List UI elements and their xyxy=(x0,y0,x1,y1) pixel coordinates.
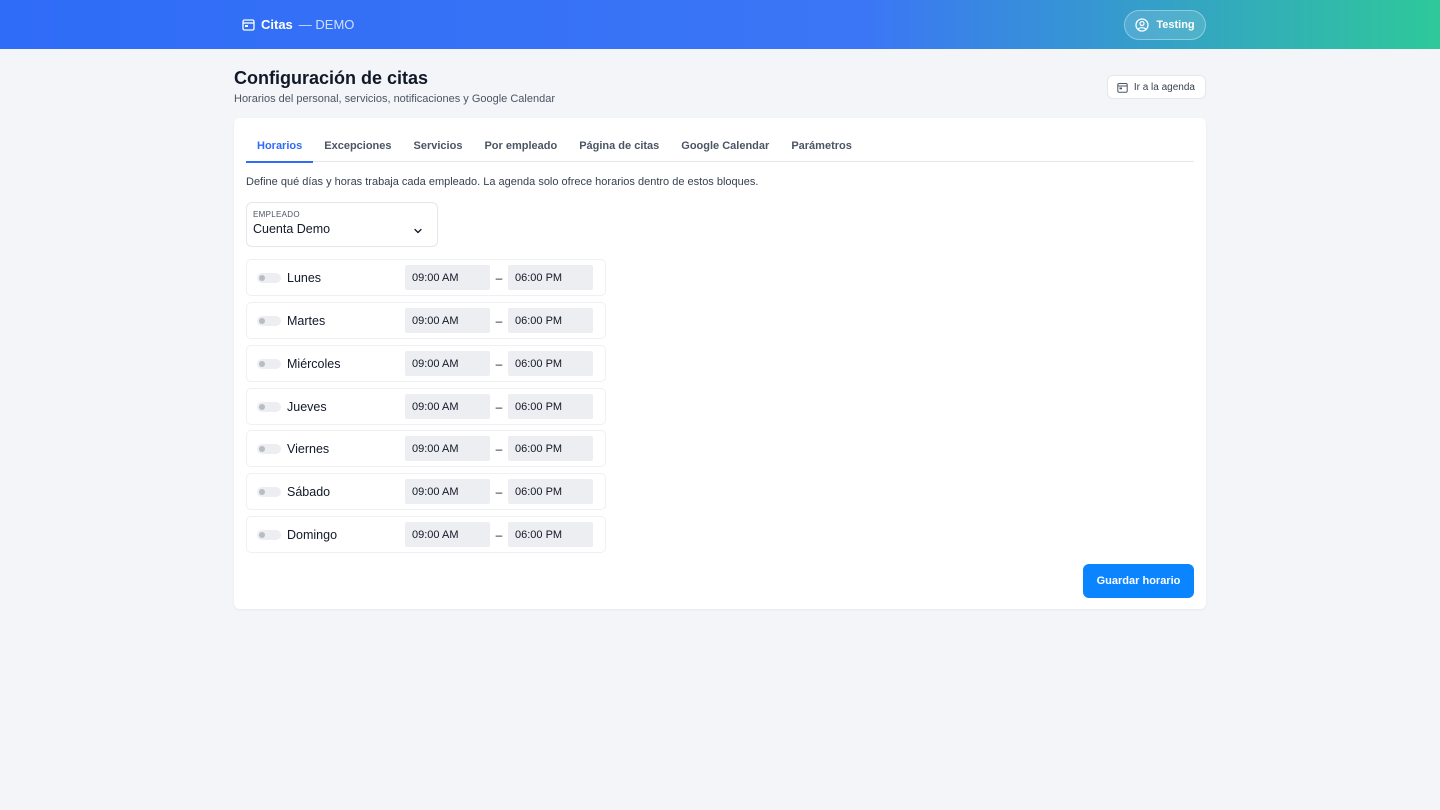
schedule-description: Define qué días y horas trabaja cada emp… xyxy=(246,176,759,188)
day-toggle[interactable] xyxy=(257,358,281,369)
day-row-viernes: Viernes 09:00 AM – 06:00 PM xyxy=(246,430,606,467)
start-time-input[interactable]: 09:00 AM xyxy=(405,479,490,504)
day-row-domingo: Domingo 09:00 AM – 06:00 PM xyxy=(246,516,606,553)
chevron-down-icon xyxy=(413,226,423,236)
brand-name: Citas xyxy=(261,17,293,32)
user-circle-icon xyxy=(1135,18,1149,32)
start-time-input[interactable]: 09:00 AM xyxy=(405,308,490,333)
tab-por-empleado[interactable]: Por empleado xyxy=(473,130,568,162)
day-name: Miércoles xyxy=(287,356,341,371)
day-name: Viernes xyxy=(287,441,330,456)
day-name: Lunes xyxy=(287,270,322,285)
page-title: Configuración de citas xyxy=(234,68,429,88)
tab-parametros[interactable]: Parámetros xyxy=(780,130,863,162)
end-time-input[interactable]: 06:00 PM xyxy=(508,351,593,376)
day-toggle[interactable] xyxy=(257,529,281,540)
time-separator: – xyxy=(495,441,503,456)
day-row-miercoles: Miércoles 09:00 AM – 06:00 PM xyxy=(246,345,606,382)
start-time-input[interactable]: 09:00 AM xyxy=(405,265,490,290)
time-separator: – xyxy=(495,356,503,371)
employee-select[interactable]: EMPLEADO Cuenta Demo xyxy=(246,202,438,247)
calendar-icon xyxy=(242,18,255,31)
user-name: Testing xyxy=(1156,19,1195,31)
environment-label: — DEMO xyxy=(298,17,355,32)
settings-card: Horarios Excepciones Servicios Por emple… xyxy=(234,118,1206,609)
settings-tabs: Horarios Excepciones Servicios Por emple… xyxy=(246,130,1194,163)
start-time-input[interactable]: 09:00 AM xyxy=(405,394,490,419)
time-separator: – xyxy=(495,399,503,414)
day-toggle[interactable] xyxy=(257,443,281,454)
top-bar: Citas — DEMO Testing xyxy=(0,0,1440,49)
day-toggle[interactable] xyxy=(257,272,281,283)
day-toggle[interactable] xyxy=(257,315,281,326)
time-separator: – xyxy=(495,527,503,542)
user-menu-button[interactable]: Testing xyxy=(1124,10,1206,40)
start-time-input[interactable]: 09:00 AM xyxy=(405,351,490,376)
end-time-input[interactable]: 06:00 PM xyxy=(508,394,593,419)
save-schedule-button[interactable]: Guardar horario xyxy=(1083,564,1194,598)
day-row-sabado: Sábado 09:00 AM – 06:00 PM xyxy=(246,473,606,510)
end-time-input[interactable]: 06:00 PM xyxy=(508,265,593,290)
day-name: Sábado xyxy=(287,484,331,499)
tab-horarios[interactable]: Horarios xyxy=(246,130,314,163)
brand[interactable]: Citas — DEMO xyxy=(242,0,354,49)
go-to-agenda-label: Ir a la agenda xyxy=(1133,81,1195,93)
time-separator: – xyxy=(495,484,503,499)
day-name: Martes xyxy=(287,313,326,328)
start-time-input[interactable]: 09:00 AM xyxy=(405,436,490,461)
page-subtitle: Horarios del personal, servicios, notifi… xyxy=(234,93,555,105)
page-header: Configuración de citas Horarios del pers… xyxy=(234,68,1206,105)
day-name: Jueves xyxy=(287,399,327,414)
calendar-icon xyxy=(1117,82,1128,93)
tab-servicios[interactable]: Servicios xyxy=(403,130,474,162)
day-toggle[interactable] xyxy=(257,401,281,412)
time-separator: – xyxy=(495,270,503,285)
day-row-lunes: Lunes 09:00 AM – 06:00 PM xyxy=(246,259,606,296)
end-time-input[interactable]: 06:00 PM xyxy=(508,308,593,333)
day-toggle[interactable] xyxy=(257,486,281,497)
time-separator: – xyxy=(495,313,503,328)
employee-select-label: EMPLEADO xyxy=(253,210,300,219)
go-to-agenda-button[interactable]: Ir a la agenda xyxy=(1106,75,1206,99)
tab-pagina-de-citas[interactable]: Página de citas xyxy=(568,130,670,162)
start-time-input[interactable]: 09:00 AM xyxy=(405,522,490,547)
end-time-input[interactable]: 06:00 PM xyxy=(508,479,593,504)
tab-excepciones[interactable]: Excepciones xyxy=(313,130,402,162)
day-row-jueves: Jueves 09:00 AM – 06:00 PM xyxy=(246,388,606,425)
end-time-input[interactable]: 06:00 PM xyxy=(508,522,593,547)
day-row-martes: Martes 09:00 AM – 06:00 PM xyxy=(246,302,606,339)
tab-google-calendar[interactable]: Google Calendar xyxy=(670,130,780,162)
day-name: Domingo xyxy=(287,527,338,542)
end-time-input[interactable]: 06:00 PM xyxy=(508,436,593,461)
employee-select-value: Cuenta Demo xyxy=(253,222,331,236)
